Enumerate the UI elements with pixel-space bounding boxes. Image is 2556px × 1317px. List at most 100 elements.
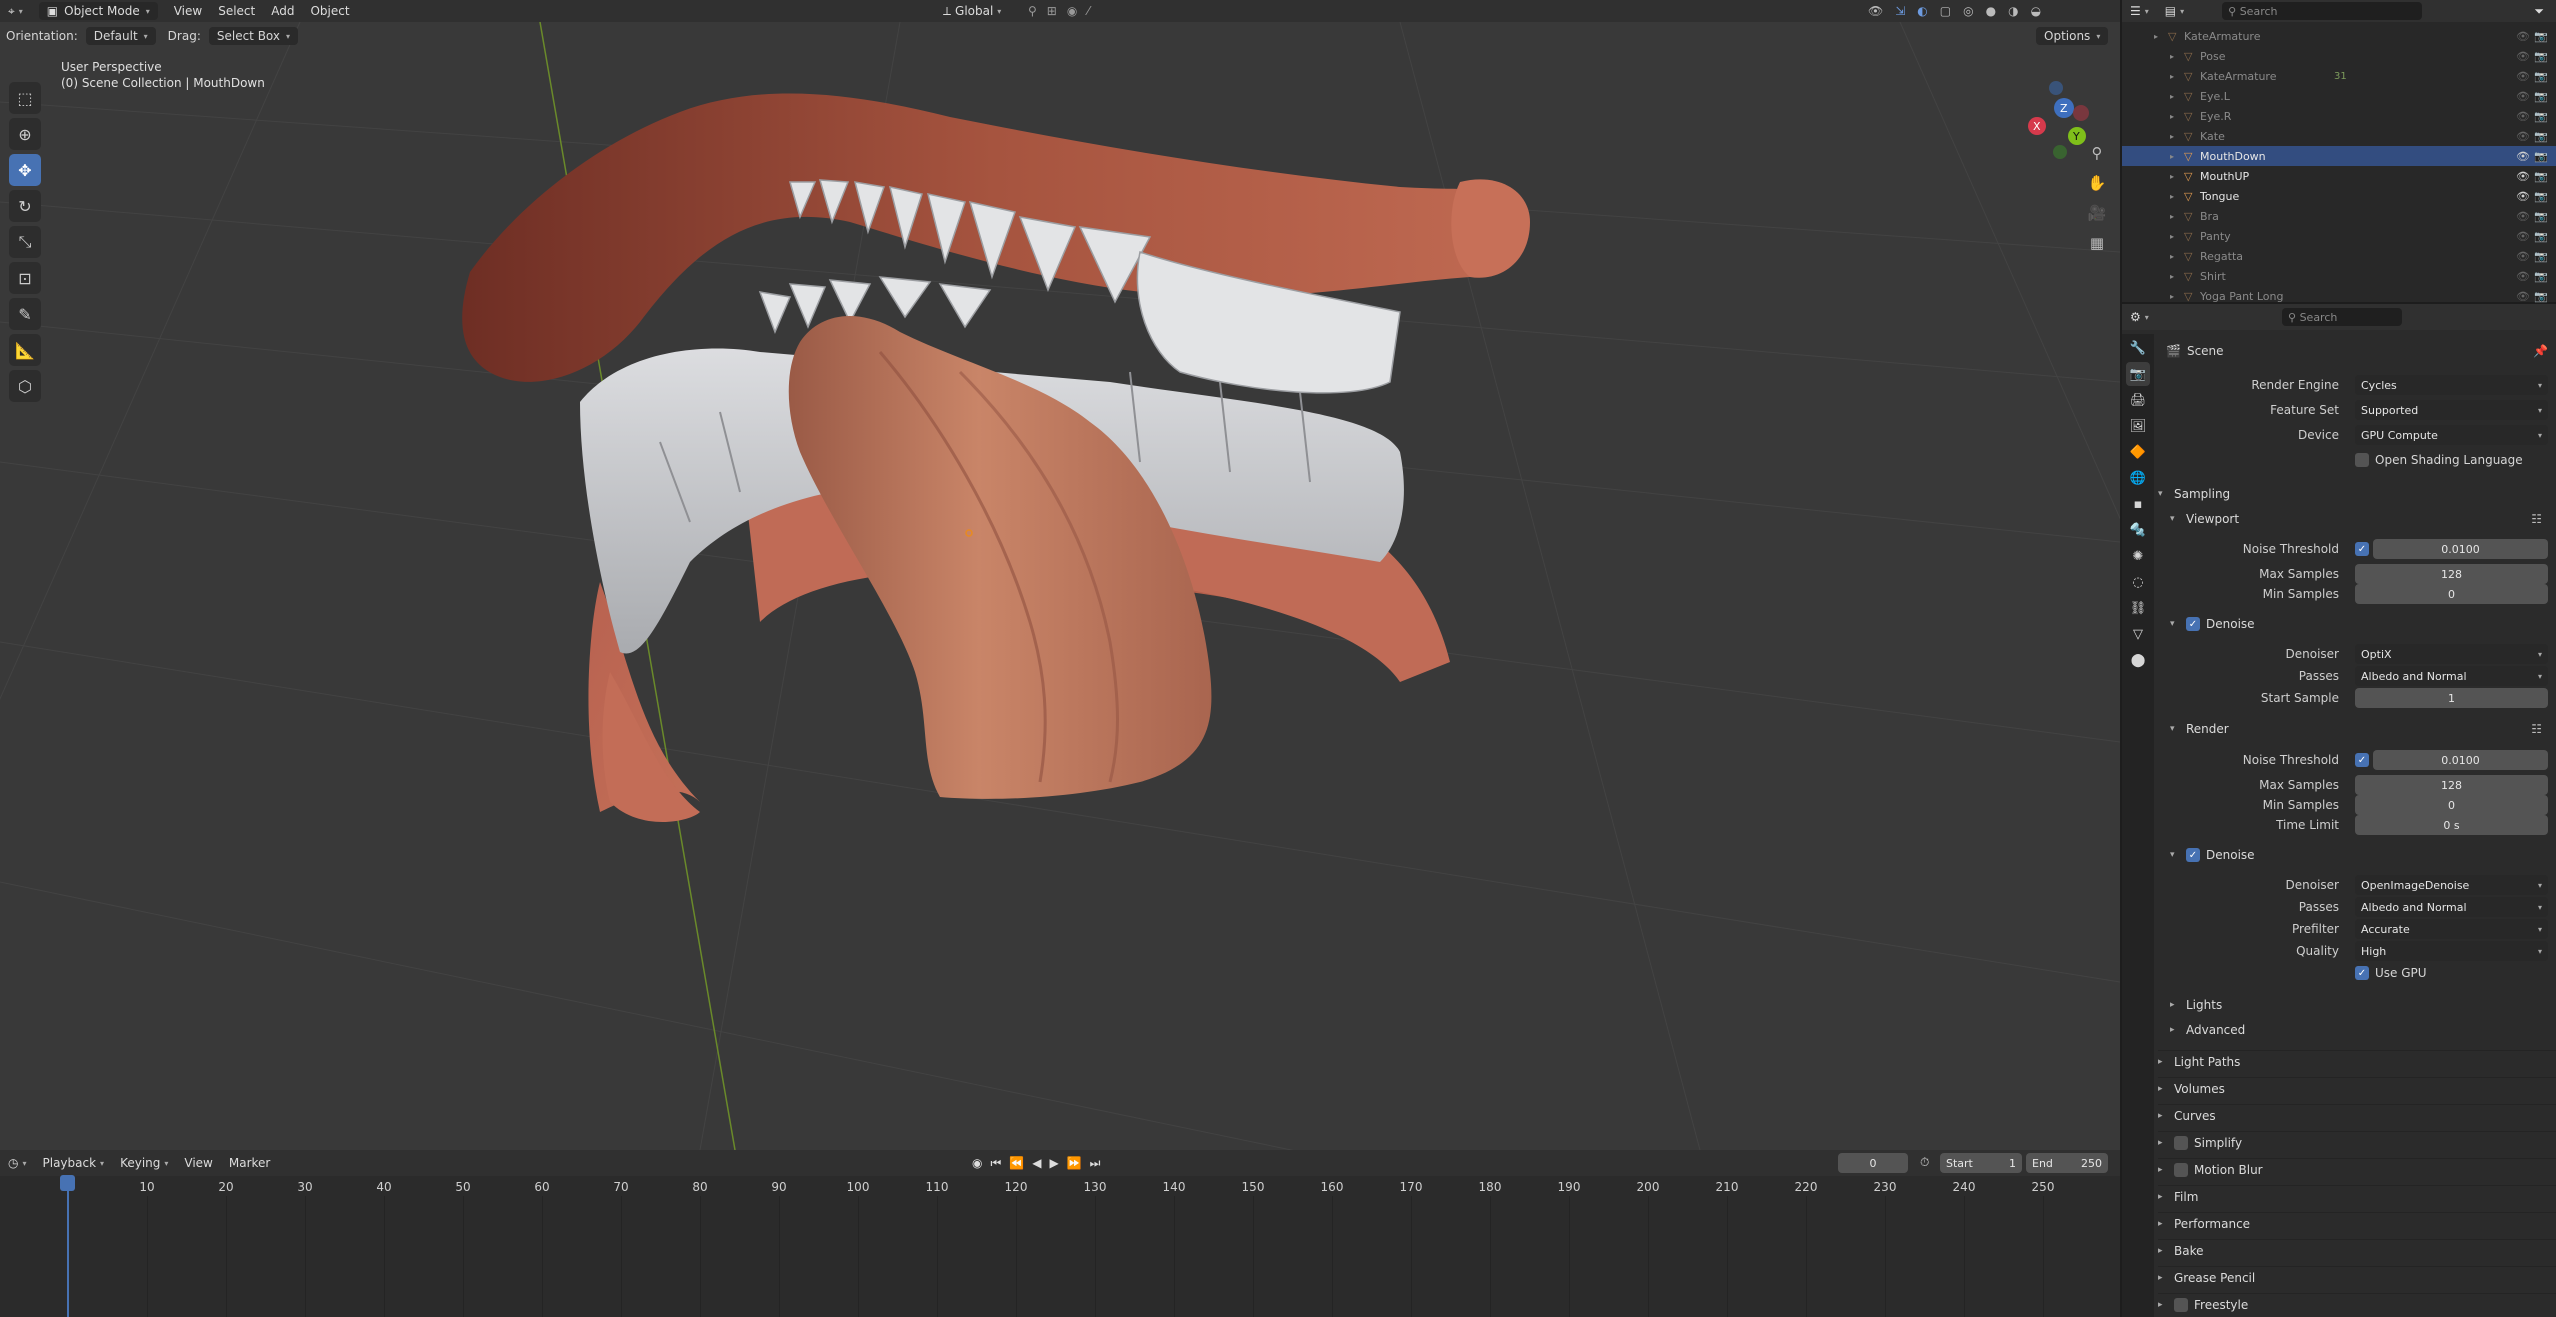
outliner-item[interactable]: ▸ ▽ Eye.R 👁 📷 <box>2122 106 2556 126</box>
outliner-item[interactable]: ▸ ▽ Yoga Pant Long 👁 📷 <box>2122 286 2556 306</box>
visibility-eye-icon[interactable]: 👁 <box>2516 150 2530 163</box>
expand-arrow-icon[interactable]: ▸ <box>2170 272 2174 281</box>
outliner-item[interactable]: ▸ ▽ KateArmature 👁 📷 <box>2122 26 2556 46</box>
expand-arrow-icon[interactable]: ▸ <box>2170 232 2174 241</box>
render-noise-threshold-checkbox[interactable]: ✓ <box>2355 753 2369 767</box>
xray-icon[interactable]: ▢ <box>1940 4 1951 18</box>
options-dropdown[interactable]: Options ▾ <box>2036 27 2109 45</box>
render-camera-icon[interactable]: 📷 <box>2534 50 2548 63</box>
device-dropdown[interactable]: GPU Compute ▾ <box>2355 425 2548 445</box>
proportional-edit-icon[interactable]: ◉ <box>1067 4 1077 18</box>
outliner-item[interactable]: ▸ ▽ Pose 👁 📷 <box>2122 46 2556 66</box>
constraints-tab-icon[interactable]: ⛓ <box>2126 596 2150 620</box>
outliner-item[interactable]: ▸ ▽ Shirt 👁 📷 <box>2122 266 2556 286</box>
render-noise-threshold-field[interactable]: 0.0100 <box>2373 750 2548 770</box>
output-tab-icon[interactable]: 🖨 <box>2126 388 2150 412</box>
visibility-eye-icon[interactable]: 👁 <box>2516 190 2530 203</box>
outliner-item[interactable]: ▸ ▽ KateArmature 31 👁 📷 <box>2122 66 2556 86</box>
render-camera-icon[interactable]: 📷 <box>2534 230 2548 243</box>
expand-arrow-icon[interactable]: ▸ <box>2170 92 2174 101</box>
render-denoise-header[interactable]: ▾ ✓ Denoise <box>2170 844 2556 866</box>
render-camera-icon[interactable]: 📷 <box>2534 90 2548 103</box>
display-mode-icon[interactable]: ▤ ▾ <box>2157 0 2192 22</box>
playhead-marker[interactable] <box>60 1175 75 1191</box>
menu-add[interactable]: Add <box>263 0 302 22</box>
visibility-eye-icon[interactable]: 👁 <box>2516 90 2530 103</box>
falloff-icon[interactable]: ⁄ <box>1087 4 1089 18</box>
render-engine-dropdown[interactable]: Cycles ▾ <box>2355 375 2548 395</box>
particles-tab-icon[interactable]: ✺ <box>2126 544 2150 568</box>
panel-header[interactable]: ▸ Performance <box>2158 1212 2556 1234</box>
outliner-item[interactable]: ▸ ▽ Eye.L 👁 📷 <box>2122 86 2556 106</box>
menu-view[interactable]: View <box>166 0 210 22</box>
expand-arrow-icon[interactable]: ▸ <box>2170 152 2174 161</box>
outliner-item[interactable]: ▸ ▽ Bra 👁 📷 <box>2122 206 2556 226</box>
viewport-min-samples-field[interactable]: 0 <box>2355 584 2548 604</box>
panel-enable-checkbox[interactable] <box>2174 1135 2188 1150</box>
pan-hand-icon[interactable]: ✋ <box>2084 170 2110 196</box>
render-camera-icon[interactable]: 📷 <box>2534 110 2548 123</box>
select-box-tool[interactable]: ⬚ <box>9 82 41 114</box>
lights-subpanel-header[interactable]: ▸ Lights <box>2170 994 2556 1016</box>
render-quality-dropdown[interactable]: High ▾ <box>2355 941 2548 961</box>
render-time-limit-field[interactable]: 0 s <box>2355 815 2548 835</box>
material-shading-icon[interactable]: ◑ <box>2008 4 2018 18</box>
render-camera-icon[interactable]: 📷 <box>2534 290 2548 303</box>
expand-arrow-icon[interactable]: ▸ <box>2170 132 2174 141</box>
preset-icon[interactable]: ☷ <box>2531 512 2542 526</box>
wireframe-shading-icon[interactable]: ◎ <box>1963 4 1973 18</box>
panel-header[interactable]: ▸ Curves <box>2158 1104 2556 1126</box>
move-tool[interactable]: ✥ <box>9 154 41 186</box>
editor-type-button[interactable]: ⌖ ▾ <box>0 0 31 22</box>
camera-view-icon[interactable]: 🎥 <box>2084 200 2110 226</box>
panel-enable-checkbox[interactable] <box>2174 1162 2188 1177</box>
panel-header[interactable]: ▸ Light Paths <box>2158 1050 2556 1072</box>
viewport-denoise-header[interactable]: ▾ ✓ Denoise <box>2170 613 2556 635</box>
scale-tool[interactable]: ⤡ <box>9 226 41 258</box>
filter-icon[interactable]: ⏷ <box>2526 0 2552 22</box>
drag-dropdown[interactable]: Select Box ▾ <box>208 27 299 45</box>
material-tab-icon[interactable]: ⬤ <box>2126 648 2150 672</box>
visibility-eye-icon[interactable]: 👁 <box>2516 130 2530 143</box>
sampling-panel-header[interactable]: ▾ Sampling <box>2158 483 2556 505</box>
mode-dropdown[interactable]: ▣ Object Mode ▾ <box>38 2 158 20</box>
ortho-grid-icon[interactable]: ▦ <box>2084 230 2110 256</box>
expand-arrow-icon[interactable]: ▸ <box>2170 112 2174 121</box>
zoom-icon[interactable]: ⚲ <box>2084 140 2110 166</box>
pivot-icon[interactable]: ⚲ <box>1028 4 1037 18</box>
modifier-tab-icon[interactable]: 🔩 <box>2126 518 2150 542</box>
visibility-eye-icon[interactable]: 👁 <box>2516 50 2530 63</box>
visibility-eye-icon[interactable]: 👁 <box>2516 30 2530 43</box>
viewport-passes-dropdown[interactable]: Albedo and Normal ▾ <box>2355 666 2548 686</box>
measure-tool[interactable]: 📐 <box>9 334 41 366</box>
visibility-eye-icon[interactable]: 👁 <box>2516 110 2530 123</box>
viewport-start-sample-field[interactable]: 1 <box>2355 688 2548 708</box>
render-passes-dropdown[interactable]: Albedo and Normal ▾ <box>2355 897 2548 917</box>
render-prefilter-dropdown[interactable]: Accurate ▾ <box>2355 919 2548 939</box>
gizmo-icon[interactable]: ⇲ <box>1895 4 1905 18</box>
add-cube-tool[interactable]: ⬡ <box>9 370 41 402</box>
view-layer-tab-icon[interactable]: 🖼 <box>2126 414 2150 438</box>
render-camera-icon[interactable]: 📷 <box>2534 190 2548 203</box>
render-denoiser-dropdown[interactable]: OpenImageDenoise ▾ <box>2355 875 2548 895</box>
render-camera-icon[interactable]: 📷 <box>2534 270 2548 283</box>
transform-tool[interactable]: ⊡ <box>9 262 41 294</box>
rotate-tool[interactable]: ↻ <box>9 190 41 222</box>
render-max-samples-field[interactable]: 128 <box>2355 775 2548 795</box>
object-tab-icon[interactable]: ▪ <box>2126 492 2150 516</box>
outliner-item[interactable]: ▸ ▽ Panty 👁 📷 <box>2122 226 2556 246</box>
viewport-noise-threshold-field[interactable]: 0.0100 <box>2373 539 2548 559</box>
advanced-subpanel-header[interactable]: ▸ Advanced <box>2170 1019 2556 1041</box>
pin-icon[interactable]: 📌 <box>2533 344 2548 358</box>
render-camera-icon[interactable]: 📷 <box>2534 210 2548 223</box>
render-camera-icon[interactable]: 📷 <box>2534 30 2548 43</box>
outliner-item[interactable]: ▸ ▽ Regatta 👁 📷 <box>2122 246 2556 266</box>
rendered-shading-icon[interactable]: ◒ <box>2031 4 2041 18</box>
feature-set-dropdown[interactable]: Supported ▾ <box>2355 400 2548 420</box>
visibility-eye-icon[interactable]: 👁 <box>2516 250 2530 263</box>
preset-icon[interactable]: ☷ <box>2531 722 2542 736</box>
render-camera-icon[interactable]: 📷 <box>2534 70 2548 83</box>
visibility-icon[interactable]: 👁 <box>1868 4 1883 18</box>
visibility-eye-icon[interactable]: 👁 <box>2516 290 2530 303</box>
visibility-eye-icon[interactable]: 👁 <box>2516 270 2530 283</box>
